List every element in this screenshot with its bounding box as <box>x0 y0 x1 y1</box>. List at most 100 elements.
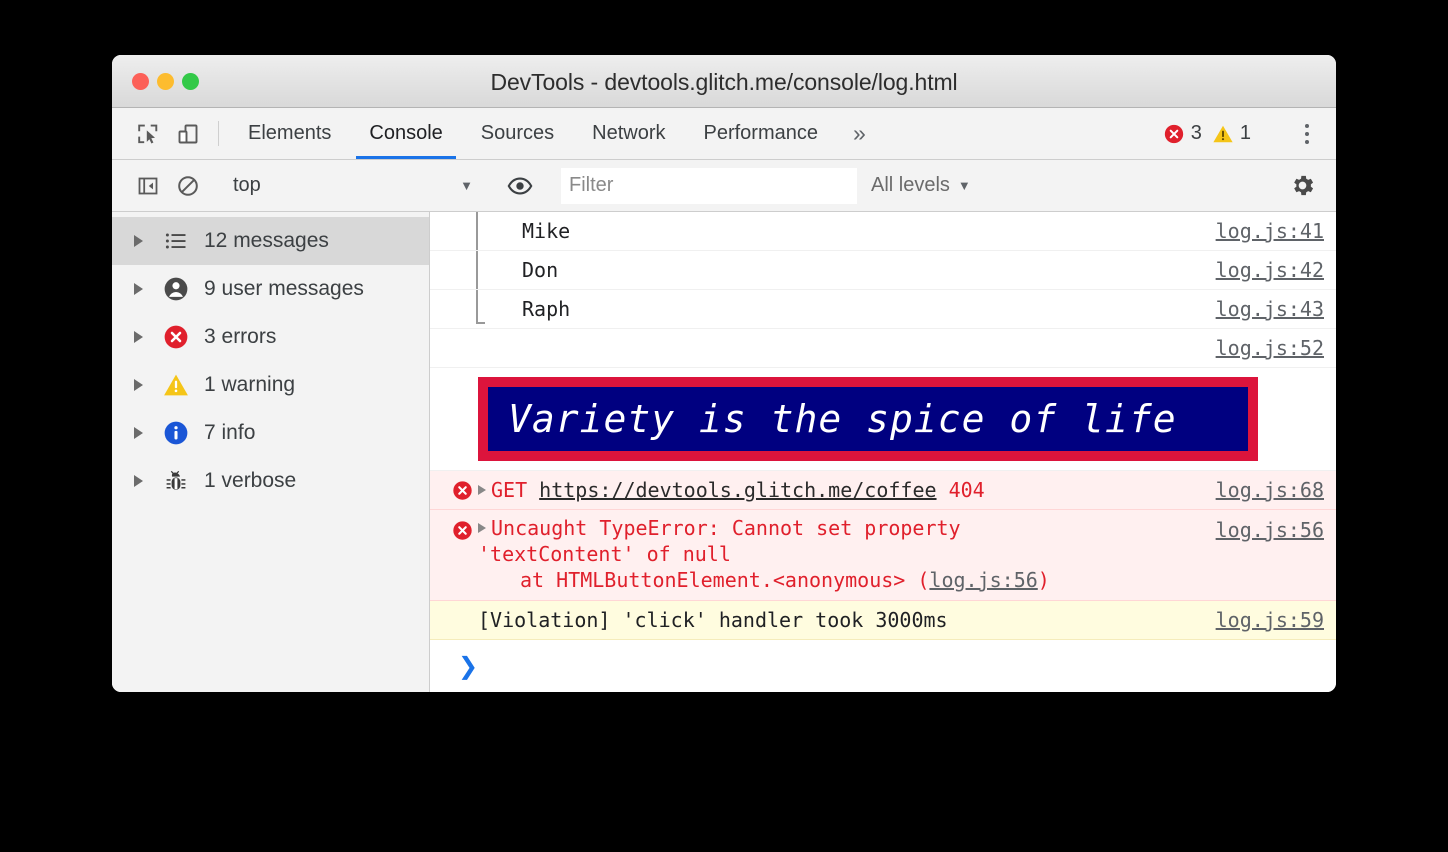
type-error-line-3: at HTMLButtonElement.<anonymous> (log.js… <box>478 567 1196 593</box>
violation-text: [Violation] 'click' handler took 3000ms <box>478 608 948 632</box>
console-type-error[interactable]: Uncaught TypeError: Cannot set property … <box>430 510 1336 601</box>
type-error-message: Uncaught TypeError: Cannot set property <box>491 516 961 540</box>
message-gutter <box>448 212 476 250</box>
live-expression-eye-icon[interactable] <box>500 173 540 199</box>
error-icon <box>1164 124 1183 143</box>
message-gutter <box>448 471 476 509</box>
filter-input[interactable] <box>561 167 857 204</box>
error-icon <box>162 323 190 351</box>
type-error-line-2: 'textContent' of null <box>478 542 731 566</box>
stack-source-link[interactable]: log.js:56 <box>929 568 1037 592</box>
source-link[interactable]: log.js:42 <box>1196 251 1324 289</box>
tab-console[interactable]: Console <box>350 108 461 159</box>
message-gutter <box>448 515 476 545</box>
console-output[interactable]: Mike log.js:41 Don log.js:42 Raph log.js… <box>430 212 1336 692</box>
sidebar-item-label: 7 info <box>204 421 256 444</box>
error-count-badge[interactable]: 3 <box>1163 122 1202 145</box>
error-icon <box>452 480 472 500</box>
source-link[interactable]: log.js:59 <box>1196 601 1324 639</box>
console-body: 12 messages 9 user messages 3 errors 1 w… <box>112 212 1336 692</box>
message-text: Mike <box>522 219 571 243</box>
user-icon <box>162 275 190 303</box>
source-link[interactable]: log.js:52 <box>1196 329 1324 367</box>
message-gutter <box>448 601 476 639</box>
expand-triangle-icon[interactable] <box>134 475 143 487</box>
console-message[interactable]: Don log.js:42 <box>430 251 1336 290</box>
network-error-text: GET https://devtools.glitch.me/coffee 40… <box>476 471 1196 509</box>
request-url-link[interactable]: https://devtools.glitch.me/coffee <box>539 478 936 502</box>
vertical-dots-icon[interactable] <box>1290 117 1324 151</box>
console-violation-message[interactable]: [Violation] 'click' handler took 3000ms … <box>430 601 1336 640</box>
chevron-down-icon: ▼ <box>957 178 971 193</box>
sidebar-item-info[interactable]: 7 info <box>112 409 429 457</box>
console-prompt[interactable]: ❯ <box>430 640 1336 692</box>
stack-frame-suffix: ) <box>1037 568 1050 592</box>
error-count-label: 3 <box>1190 122 1202 144</box>
device-toolbar-icon[interactable] <box>168 108 208 159</box>
console-message[interactable]: log.js:52 <box>430 329 1336 368</box>
execution-context-selector[interactable]: top ▼ <box>229 174 479 197</box>
warning-count-badge[interactable]: 1 <box>1212 122 1251 145</box>
tab-network[interactable]: Network <box>573 108 684 159</box>
sidebar-item-errors[interactable]: 3 errors <box>112 313 429 361</box>
tab-sources[interactable]: Sources <box>462 108 573 159</box>
devtools-window: DevTools - devtools.glitch.me/console/lo… <box>112 55 1336 692</box>
gear-icon[interactable] <box>1282 172 1322 199</box>
type-error-line-1: Uncaught TypeError: Cannot set property <box>478 515 1196 541</box>
warning-count-label: 1 <box>1239 122 1251 144</box>
message-gutter <box>448 251 476 289</box>
info-icon <box>162 419 190 447</box>
error-icon <box>452 520 472 540</box>
sidebar-item-label: 12 messages <box>204 229 329 252</box>
more-tabs-button[interactable]: » <box>837 108 882 159</box>
inspect-element-icon[interactable] <box>128 108 168 159</box>
sidebar-item-user-messages[interactable]: 9 user messages <box>112 265 429 313</box>
http-status: 404 <box>948 478 985 502</box>
message-gutter <box>448 329 476 367</box>
chevron-down-icon: ▼ <box>460 178 473 193</box>
sidebar-item-messages[interactable]: 12 messages <box>112 217 429 265</box>
sidebar-item-label: 9 user messages <box>204 277 364 300</box>
source-link[interactable]: log.js:43 <box>1196 290 1324 328</box>
sidebar-item-warnings[interactable]: 1 warning <box>112 361 429 409</box>
filterbar-right-area <box>1261 172 1336 199</box>
expand-triangle-icon[interactable] <box>478 523 486 533</box>
tab-elements[interactable]: Elements <box>229 108 350 159</box>
warning-icon <box>162 371 190 399</box>
log-level-label: All levels <box>871 174 950 196</box>
source-link[interactable]: log.js:68 <box>1196 471 1324 509</box>
console-message[interactable]: Mike log.js:41 <box>430 212 1336 251</box>
tab-performance[interactable]: Performance <box>685 108 838 159</box>
clear-console-icon[interactable] <box>168 174 208 198</box>
tabbar-divider <box>218 121 219 146</box>
window-title: DevTools - devtools.glitch.me/console/lo… <box>490 69 958 95</box>
sidebar-item-label: 3 errors <box>204 325 277 348</box>
warning-icon <box>1213 125 1233 142</box>
expand-triangle-icon[interactable] <box>134 283 143 295</box>
console-network-error[interactable]: GET https://devtools.glitch.me/coffee 40… <box>430 471 1336 510</box>
expand-triangle-icon[interactable] <box>134 379 143 391</box>
message-text: Don <box>522 258 559 282</box>
type-error-text: Uncaught TypeError: Cannot set property … <box>476 515 1196 593</box>
console-filter-toolbar: top ▼ All levels ▼ <box>112 160 1336 212</box>
sidebar-item-verbose[interactable]: 1 verbose <box>112 457 429 505</box>
source-link[interactable]: log.js:41 <box>1196 212 1324 250</box>
log-level-selector[interactable]: All levels ▼ <box>871 174 971 197</box>
devtools-tabbar: Elements Console Sources Network Perform… <box>112 108 1336 160</box>
expand-triangle-icon[interactable] <box>134 331 143 343</box>
expand-triangle-icon[interactable] <box>478 485 486 495</box>
expand-triangle-icon[interactable] <box>134 235 143 247</box>
sidebar-item-label: 1 warning <box>204 373 296 396</box>
message-gutter <box>448 290 476 328</box>
http-method: GET <box>491 478 528 502</box>
stack-indent: at HTMLButtonElement.<anonymous> (log.js… <box>478 567 1050 593</box>
execution-context-label: top <box>233 174 261 196</box>
show-console-sidebar-icon[interactable] <box>128 174 168 198</box>
expand-triangle-icon[interactable] <box>134 427 143 439</box>
console-styled-message-row[interactable]: Variety is the spice of life <box>430 368 1336 471</box>
stack-frame-text: at HTMLButtonElement.<anonymous> ( <box>520 568 930 592</box>
list-icon <box>162 227 190 255</box>
sidebar-item-label: 1 verbose <box>204 469 297 492</box>
console-message[interactable]: Raph log.js:43 <box>430 290 1336 329</box>
source-link[interactable]: log.js:56 <box>1196 515 1324 545</box>
